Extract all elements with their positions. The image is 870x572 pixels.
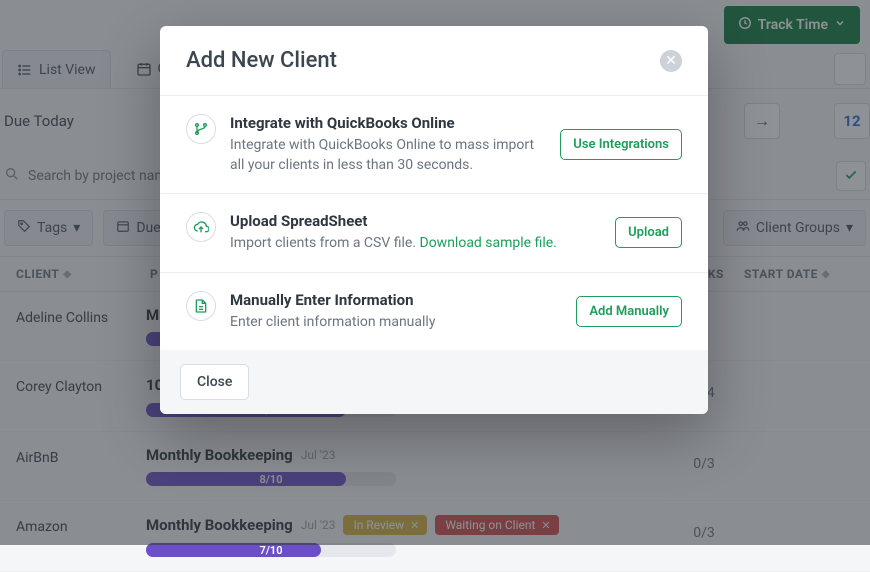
- progress-label: 7/10: [146, 543, 396, 557]
- modal-header: Add New Client ✕: [160, 26, 708, 95]
- option-text: Integrate with QuickBooks Online Integrat…: [230, 114, 546, 175]
- option-desc: Import clients from a CSV file. Download…: [230, 234, 601, 254]
- app-root: Track Time List View Calen Due: [0, 0, 870, 545]
- download-sample-link[interactable]: Download sample file.: [420, 235, 557, 251]
- option-text: Manually Enter Information Enter client i…: [230, 291, 562, 333]
- close-icon: ✕: [665, 53, 677, 69]
- modal-body: Integrate with QuickBooks Online Integrat…: [160, 95, 708, 350]
- close-button-label: Close: [197, 374, 232, 390]
- option-text: Upload SpreadSheet Import clients from a …: [230, 212, 601, 254]
- option-action-button[interactable]: Upload: [615, 217, 682, 248]
- option-title: Manually Enter Information: [230, 291, 562, 309]
- modal-close-x[interactable]: ✕: [660, 50, 682, 72]
- cloud-upload-icon: [186, 212, 216, 242]
- option-desc: Enter client information manually: [230, 313, 562, 333]
- option-title: Upload SpreadSheet: [230, 212, 601, 230]
- branch-icon: [186, 114, 216, 144]
- add-client-modal: Add New Client ✕ Integrate with QuickBoo…: [160, 26, 708, 414]
- modal-footer: Close: [160, 350, 708, 414]
- modal-title: Add New Client: [186, 48, 337, 73]
- modal-option: Integrate with QuickBooks Online Integrat…: [160, 96, 708, 194]
- progress-bar: 7/10: [146, 543, 396, 557]
- option-action-button[interactable]: Add Manually: [576, 296, 682, 327]
- modal-option: Upload SpreadSheet Import clients from a …: [160, 194, 708, 273]
- modal-option: Manually Enter Information Enter client i…: [160, 273, 708, 351]
- close-button[interactable]: Close: [180, 364, 249, 400]
- option-title: Integrate with QuickBooks Online: [230, 114, 546, 132]
- file-icon: [186, 291, 216, 321]
- option-desc: Integrate with QuickBooks Online to mass…: [230, 136, 546, 175]
- option-action-button[interactable]: Use Integrations: [560, 129, 682, 160]
